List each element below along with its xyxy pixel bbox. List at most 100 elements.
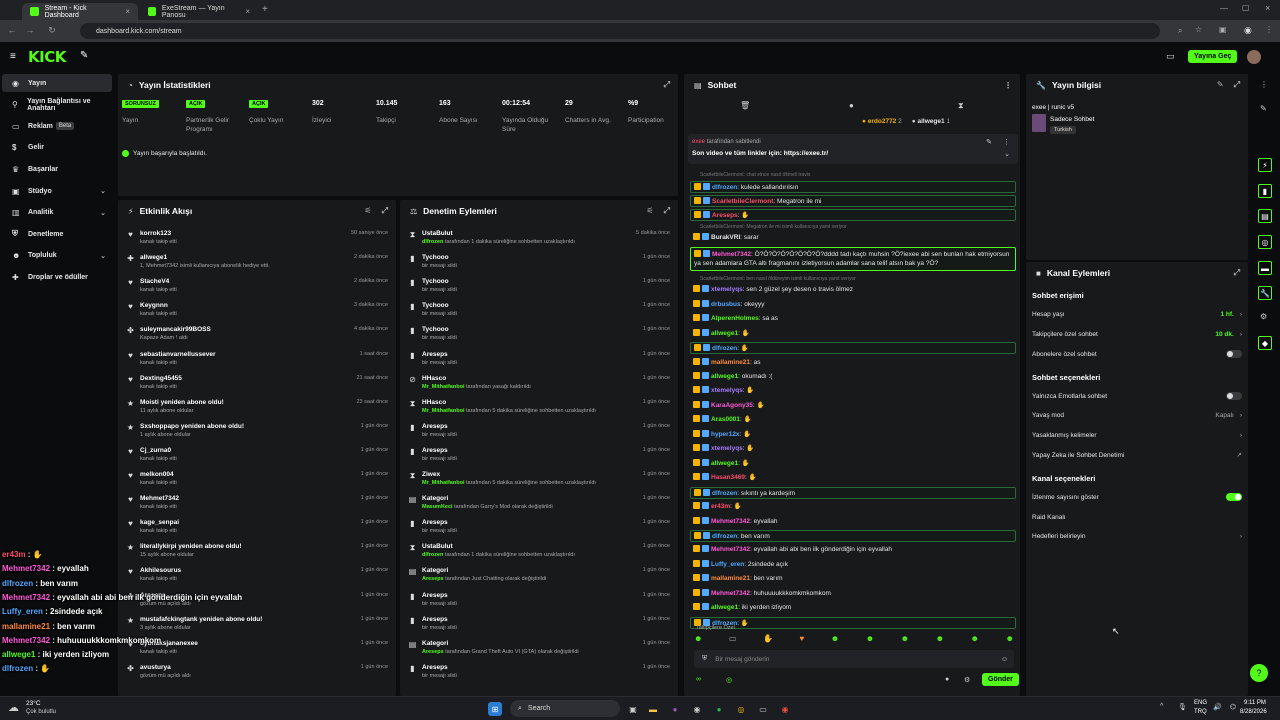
moderation-row[interactable]: ▮ Tychooo bir mesajı sildi 1 gün önce bbox=[400, 250, 678, 274]
expand-icon[interactable]: ⤢ bbox=[382, 206, 388, 216]
volume-icon[interactable]: 🔊 bbox=[1213, 703, 1222, 711]
chat-message[interactable]: Mehmet7342: eyvallah bbox=[690, 516, 1016, 528]
moderation-row[interactable]: ▮ Areseps bir mesajı sildi 1 gün önce bbox=[400, 443, 678, 467]
chat-username[interactable]: KaraAgony35 bbox=[711, 402, 753, 409]
hamburger-menu-icon[interactable]: ≡ bbox=[10, 51, 16, 62]
activity-row[interactable]: ★ Sxshoppapo yeniden abone oldu! 1 aylık a… bbox=[118, 419, 396, 443]
goals-row[interactable]: Hedefleri belirleyin › bbox=[1032, 529, 1242, 543]
edit-icon[interactable]: ✎ bbox=[1260, 104, 1267, 113]
top-chatter[interactable]: ● allwege1 1 bbox=[912, 118, 950, 125]
moderation-row[interactable]: ▮ Tychooo bir mesajı sildi 1 gün önce bbox=[400, 298, 678, 322]
moderation-row[interactable]: ⧗ HHasco Mr_Mithatfanboi tarafından 5 daki… bbox=[400, 395, 678, 419]
maximize-window-icon[interactable]: ▢ bbox=[1242, 3, 1250, 12]
bookmark-star-icon[interactable]: ☆ bbox=[1195, 25, 1202, 34]
trash-icon[interactable]: 🗑 bbox=[740, 101, 750, 110]
sidebar-item[interactable]: ▥ Analitik ⌄ bbox=[2, 204, 112, 222]
help-icon[interactable]: ? bbox=[1250, 664, 1268, 682]
activity-row[interactable]: ♥ Cj_zurna0 kanalı takip etti 1 gün önce bbox=[118, 443, 396, 467]
chat-message[interactable]: xtemelyqs: sen 2 güzel şey desen o travi… bbox=[690, 284, 1016, 296]
chat-message[interactable]: mallamine21: as bbox=[690, 357, 1016, 369]
task-view-icon[interactable]: ▣ bbox=[626, 702, 640, 716]
emote-icon[interactable]: ☻ bbox=[866, 634, 874, 646]
emote-icon[interactable]: ✋ bbox=[763, 634, 773, 646]
activity-row[interactable]: ♥ Keygnnn kanalı takip etti 3 dakika önce bbox=[118, 298, 396, 322]
chat-username[interactable]: allwege1 bbox=[711, 460, 738, 467]
expand-icon[interactable]: ⤢ bbox=[1234, 268, 1240, 278]
sidebar-item[interactable]: ☻ Topluluk ⌄ bbox=[2, 247, 112, 265]
sidebar-item[interactable]: ⛨ Denetleme bbox=[2, 225, 112, 243]
network-icon[interactable]: ⌬ bbox=[1230, 703, 1236, 711]
chat-message[interactable]: dlfrozen: ✋ bbox=[690, 616, 1016, 629]
hourglass-icon[interactable]: ⧗ bbox=[958, 101, 964, 111]
chat-message[interactable]: dlfrozen: ben varım bbox=[690, 529, 1016, 542]
chat-username[interactable]: dlfrozen bbox=[712, 345, 737, 352]
chat-username[interactable]: allwege1 bbox=[711, 604, 738, 611]
more-icon[interactable]: ⋮ bbox=[1003, 138, 1010, 146]
obs-icon[interactable]: ◉ bbox=[778, 702, 792, 716]
spotify-icon[interactable]: ● bbox=[712, 702, 726, 716]
activity-row[interactable]: ♥ korrok123 kanalı takip etti 50 saniye önc… bbox=[118, 226, 396, 250]
chat-username[interactable]: xtemelyqs bbox=[711, 387, 743, 394]
reload-icon[interactable]: ↻ bbox=[44, 25, 60, 36]
chat-message[interactable]: Mehmet7342: huhuuuukkkomkmkomkom bbox=[690, 588, 1016, 600]
top-chatter[interactable]: ● erdo2772 2 bbox=[862, 118, 902, 125]
actor-name[interactable]: Mr_Mithatfanboi bbox=[422, 384, 464, 390]
extensions-icon[interactable]: ▣ bbox=[1219, 25, 1227, 34]
chat-username[interactable]: Mehmet7342 bbox=[711, 546, 750, 553]
chat-message[interactable]: dlfrozen: sıkıntı ya kardeşim bbox=[690, 486, 1016, 499]
chat-message[interactable]: Areseps: ✋ bbox=[690, 209, 1016, 222]
actor-name[interactable]: MasumKeci bbox=[422, 504, 453, 510]
chat-message[interactable]: allwege1: iki yerden izliyom bbox=[690, 602, 1016, 614]
chat-username[interactable]: ScarletbileClermont bbox=[712, 198, 773, 205]
emote-icon[interactable]: ☻ bbox=[901, 634, 909, 646]
chat-message[interactable]: Hasan3469: ✋ bbox=[690, 472, 1016, 484]
sidebar-item[interactable]: ✚ Droplar ve ödüller bbox=[2, 268, 112, 286]
minimize-window-icon[interactable]: — bbox=[1220, 4, 1228, 13]
chat-message[interactable]: allwege1: okumadı :( bbox=[690, 371, 1016, 383]
emote-icon[interactable]: ☻ bbox=[1005, 634, 1013, 646]
target-icon[interactable]: ◎ bbox=[1258, 235, 1272, 249]
emote-icon[interactable]: ☻ bbox=[936, 634, 944, 646]
gear-icon[interactable]: ⚙ bbox=[964, 676, 970, 684]
moderation-row[interactable]: ⧗ Ziwex Mr_Mithatfanboi tarafından 5 dakik… bbox=[400, 467, 678, 491]
ai-moderation-row[interactable]: Yapay Zeka ile Sohbet Denetimi ↗ bbox=[1032, 448, 1242, 462]
actor-name[interactable]: Areseps bbox=[422, 649, 444, 655]
kick-logo[interactable]: KICK bbox=[28, 48, 66, 66]
close-window-icon[interactable]: × bbox=[1265, 3, 1270, 13]
chat-username[interactable]: allwege1 bbox=[711, 373, 738, 380]
chat-username[interactable]: mallamine21 bbox=[711, 359, 750, 366]
chat-message[interactable]: Mehmet7342: Ö?Ö?Ö?Ö?Ö?Ö?Ö?Ö?dddd tadı ka… bbox=[690, 246, 1016, 271]
pin-icon[interactable]: ✎ bbox=[80, 50, 88, 61]
diamond-icon[interactable]: ◆ bbox=[1258, 336, 1272, 350]
lang-indicator[interactable]: ENG bbox=[1194, 700, 1207, 706]
subs-only-toggle[interactable] bbox=[1226, 350, 1242, 358]
chat-message[interactable]: er43m: ✋ bbox=[690, 501, 1016, 513]
back-icon[interactable]: ← bbox=[4, 25, 20, 35]
moderation-row[interactable]: ▮ Areseps bir mesajı sildi 1 gün önce bbox=[400, 660, 678, 684]
browser-menu-icon[interactable]: ⋮ bbox=[1265, 25, 1273, 34]
emote-icon[interactable]: ☻ bbox=[971, 634, 979, 646]
filter-icon[interactable]: ⚟ bbox=[364, 206, 371, 216]
actor-name[interactable]: Mr_Mithatfanboi bbox=[422, 408, 464, 414]
emote-icon[interactable]: ☻ bbox=[694, 634, 702, 646]
sidebar-item[interactable]: ◉ Yayın bbox=[2, 74, 112, 92]
browser-tab-active[interactable]: Stream - Kick Dashboard × bbox=[22, 3, 138, 20]
chat-username[interactable]: drbusbus bbox=[711, 301, 741, 308]
actor-name[interactable]: dlfrozen bbox=[422, 552, 443, 558]
chat-username[interactable]: xtemelyqs bbox=[711, 286, 743, 293]
more-icon[interactable]: ⋮ bbox=[1260, 80, 1268, 89]
activity-row[interactable]: ♥ kage_senpai kanalı takip etti 1 gün önce bbox=[118, 515, 396, 539]
gear-icon[interactable]: ⚙ bbox=[1260, 312, 1267, 321]
expand-icon[interactable]: ⤢ bbox=[664, 80, 670, 90]
chat-message[interactable]: dlfrozen: ✋ bbox=[690, 342, 1016, 355]
chat-message[interactable]: KaraAgony35: ✋ bbox=[690, 400, 1016, 412]
chat-message[interactable]: xtemelyqs: ✋ bbox=[690, 385, 1016, 397]
moderation-row[interactable]: ▤ Kategori Areseps tarafından Grand Theft … bbox=[400, 636, 678, 660]
tray-chevron-icon[interactable]: ^ bbox=[1160, 703, 1163, 710]
activity-row[interactable]: ★ literallykirpi yeniden abone oldu! 15 ay… bbox=[118, 539, 396, 563]
sidebar-item[interactable]: ♛ Başarılar bbox=[2, 160, 112, 178]
chat-username[interactable]: xtemelyqs bbox=[711, 445, 743, 452]
moderation-row[interactable]: ⧗ UstaBulut dlfrozen tarafından 1 dakika s… bbox=[400, 539, 678, 563]
search-page-icon[interactable]: ⌕ bbox=[1178, 26, 1182, 36]
moderation-row[interactable]: ▮ Areseps bir mesajı sildi 1 gün önce bbox=[400, 515, 678, 539]
